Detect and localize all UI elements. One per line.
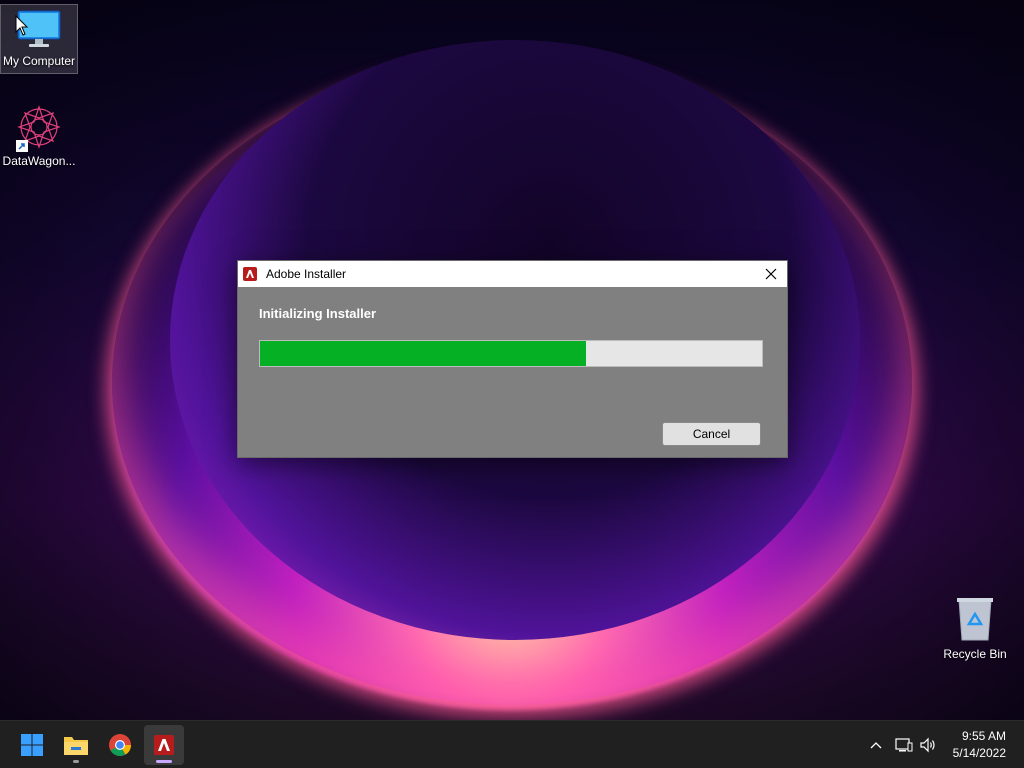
recycle-bin-icon [957, 598, 993, 641]
clock-date: 5/14/2022 [952, 746, 1006, 760]
taskbar: 9:55 AM 5/14/2022 [0, 720, 1024, 768]
desktop-icon-label: My Computer [2, 54, 76, 68]
system-clock[interactable]: 9:55 AM 5/14/2022 [953, 728, 1006, 762]
windows-logo-icon [21, 734, 43, 756]
chrome-icon [109, 734, 131, 756]
chevron-up-icon [870, 742, 882, 749]
mouse-cursor-icon [15, 15, 29, 36]
network-icon [895, 738, 913, 752]
active-indicator [156, 760, 172, 763]
installer-dialog: Adobe Installer Initializing Installer C… [237, 260, 788, 458]
install-progress-bar [259, 340, 763, 367]
adobe-installer-icon [243, 267, 257, 281]
taskbar-adobe-installer[interactable] [144, 725, 184, 765]
desktop-icon-recycle-bin[interactable]: Recycle Bin [936, 596, 1014, 661]
desktop-icon-datawagon[interactable]: DataWagon... [0, 104, 78, 168]
cancel-button[interactable]: Cancel [662, 422, 761, 446]
taskbar-file-explorer[interactable] [56, 725, 96, 765]
desktop-icon-label: DataWagon... [2, 154, 76, 168]
close-button[interactable] [755, 261, 787, 287]
dialog-titlebar[interactable]: Adobe Installer [238, 261, 787, 287]
clock-time: 9:55 AM [961, 729, 1006, 743]
tray-overflow-button[interactable] [864, 721, 888, 768]
running-indicator [73, 760, 79, 763]
dialog-title: Adobe Installer [266, 267, 347, 281]
folder-icon [64, 737, 88, 755]
desktop-icon-label: Recycle Bin [943, 647, 1007, 661]
shortcut-arrow-icon [16, 140, 28, 152]
desktop-icon-my-computer[interactable]: My Computer [0, 4, 78, 74]
taskbar-chrome[interactable] [100, 725, 140, 765]
speaker-icon [920, 737, 935, 753]
status-heading: Initializing Installer [259, 306, 377, 321]
close-icon [765, 268, 777, 280]
adobe-installer-icon [154, 735, 174, 755]
progress-fill [260, 341, 587, 366]
start-button[interactable] [12, 725, 52, 765]
network-status-button[interactable] [892, 721, 916, 768]
volume-button[interactable] [916, 721, 940, 768]
